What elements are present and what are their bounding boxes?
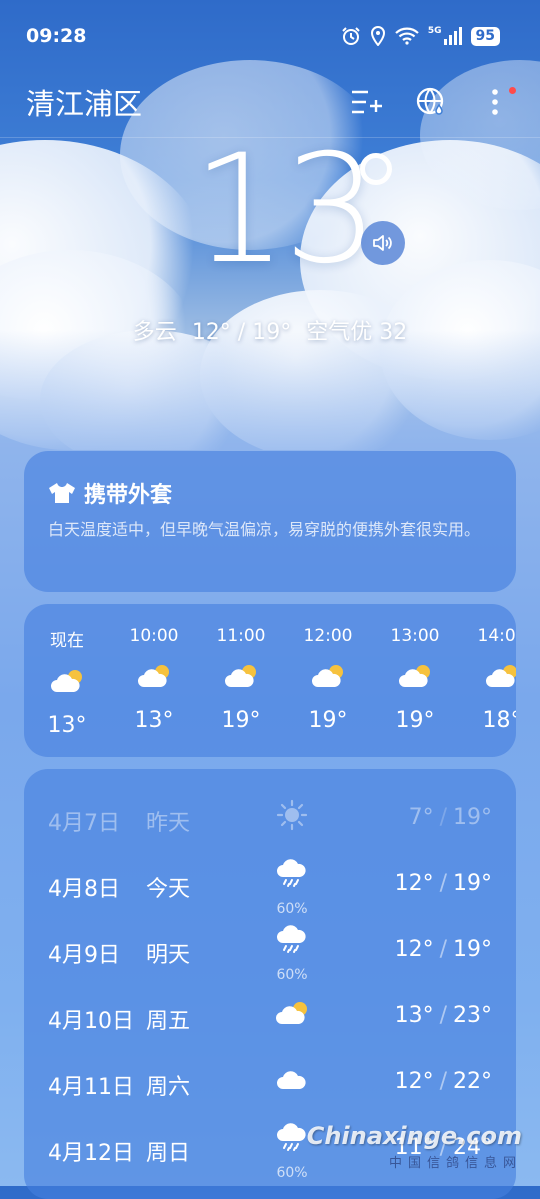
- hour-time: 13:00: [390, 626, 440, 646]
- day-date: 4月7日: [48, 811, 120, 836]
- watermark-subtitle: 中国信鸽信息网: [388, 1156, 522, 1171]
- day-low: 7°: [408, 805, 434, 830]
- wifi-icon: [395, 27, 419, 45]
- add-city-icon: [352, 90, 382, 114]
- current-temperature: 13: [192, 123, 379, 297]
- daily-row[interactable]: 4月11日 周六 12°/22°: [24, 1057, 516, 1123]
- partly-cloudy-icon: [51, 670, 82, 692]
- hourly-item[interactable]: 10:00 13°: [119, 626, 189, 733]
- notification-dot: [509, 87, 516, 94]
- precip-probability: 60%: [276, 967, 308, 983]
- temperature-range: 12° / 19°: [191, 320, 292, 345]
- day-high: 19°: [453, 805, 492, 830]
- day-label: 昨天: [146, 811, 191, 836]
- hour-temp: 18°: [482, 708, 517, 733]
- hour-temp: 19°: [221, 708, 261, 733]
- advice-text: 白天温度适中，但早晚气温偏凉，易穿脱的便携外套很实用。: [48, 520, 481, 539]
- partly-cloudy-icon: [312, 665, 343, 687]
- day-low: 13°: [394, 1003, 434, 1028]
- sun-icon: [276, 799, 308, 831]
- day-date: 4月8日: [48, 877, 120, 902]
- hourly-item[interactable]: 11:00 19°: [206, 626, 276, 733]
- rain-icon: [277, 1123, 306, 1151]
- partly-cloudy-icon: [399, 665, 430, 687]
- status-time: 09:28: [26, 25, 87, 47]
- current-summary: 多云 12° / 19° 空气优 32: [0, 314, 540, 346]
- hourly-item[interactable]: 14:00 18°: [467, 626, 516, 733]
- cloud-icon: [277, 1071, 306, 1089]
- degree-symbol: [360, 153, 392, 185]
- hourly-item[interactable]: 现在 13°: [32, 626, 102, 738]
- daily-row[interactable]: 4月7日 昨天 7°/19°: [24, 793, 516, 859]
- rain-icon: [277, 925, 306, 953]
- watermark-brand: Chinaxinge.com: [306, 1122, 522, 1150]
- day-low: 12°: [394, 1069, 434, 1094]
- air-quality[interactable]: 空气优 32: [306, 320, 407, 345]
- hourly-item[interactable]: 12:00 19°: [293, 626, 363, 733]
- day-temps: 12°/19°: [394, 937, 492, 962]
- partly-cloudy-icon: [225, 665, 256, 687]
- hourly-item[interactable]: 13:00 19°: [380, 626, 450, 733]
- partly-cloudy-icon: [486, 665, 516, 687]
- voice-broadcast-button[interactable]: [361, 221, 405, 265]
- alarm-icon: [342, 27, 360, 45]
- day-high: 23°: [453, 1003, 492, 1028]
- day-temps: 13°/23°: [394, 1003, 492, 1028]
- add-city-button[interactable]: [350, 85, 384, 119]
- more-icon: [492, 89, 498, 115]
- day-temps: 7°/19°: [408, 805, 492, 830]
- city-name[interactable]: 清江浦区: [26, 81, 142, 123]
- day-high: 22°: [453, 1069, 492, 1094]
- condition-text: 多云: [132, 320, 177, 345]
- location-icon: [370, 26, 385, 46]
- day-label: 今天: [146, 877, 191, 902]
- advice-title: 携带外套: [84, 483, 173, 508]
- daily-row[interactable]: 4月9日 明天 60% 12°/19°: [24, 925, 516, 991]
- hour-temp: 13°: [134, 708, 174, 733]
- hour-time: 10:00: [129, 626, 179, 646]
- day-label: 周五: [146, 1009, 191, 1034]
- day-date: 4月11日: [48, 1075, 134, 1100]
- hourly-forecast-card[interactable]: 现在 13° 10:00 13° 11:00 19° 12:00 19° 13:…: [24, 604, 516, 757]
- day-label: 明天: [146, 943, 191, 968]
- daily-row[interactable]: 4月8日 今天 60% 12°/19°: [24, 859, 516, 925]
- hour-time: 14:00: [477, 626, 517, 646]
- hour-temp: 13°: [47, 713, 87, 738]
- day-temps: 12°/22°: [394, 1069, 492, 1094]
- rain-icon: [277, 859, 306, 887]
- day-low: 12°: [394, 937, 434, 962]
- daily-row[interactable]: 4月10日 周五 13°/23°: [24, 991, 516, 1057]
- day-temps: 12°/19°: [394, 871, 492, 896]
- speaker-icon: [373, 235, 392, 251]
- hour-time: 现在: [50, 631, 84, 651]
- day-date: 4月12日: [48, 1141, 134, 1166]
- day-date: 4月9日: [48, 943, 120, 968]
- watermark: Chinaxinge.com 中国信鸽信息网: [307, 1122, 522, 1171]
- day-low: 12°: [394, 871, 434, 896]
- day-label: 周日: [146, 1141, 191, 1166]
- network-type: 5G: [427, 26, 442, 36]
- day-date: 4月10日: [48, 1009, 134, 1034]
- hour-time: 11:00: [216, 626, 266, 646]
- hour-time: 12:00: [303, 626, 353, 646]
- day-label: 周六: [146, 1075, 191, 1100]
- hour-temp: 19°: [395, 708, 435, 733]
- shirt-icon: [49, 483, 75, 503]
- partly-cloudy-icon: [138, 665, 169, 687]
- hour-temp: 19°: [308, 708, 348, 733]
- day-high: 19°: [453, 937, 492, 962]
- globe-icon: [416, 87, 444, 115]
- globe-button[interactable]: [414, 85, 448, 119]
- top-bar: 清江浦区: [26, 80, 516, 124]
- precip-probability: 60%: [276, 901, 308, 917]
- status-bar: 09:28 5G 95: [26, 22, 500, 50]
- battery-indicator: 95: [470, 26, 500, 46]
- day-high: 19°: [453, 871, 492, 896]
- partly-cloudy-icon: [276, 1002, 307, 1024]
- clothing-advice-card[interactable]: 携带外套 白天温度适中，但早晚气温偏凉，易穿脱的便携外套很实用。: [24, 451, 516, 592]
- more-button[interactable]: [478, 85, 516, 119]
- signal-icon: [443, 27, 462, 45]
